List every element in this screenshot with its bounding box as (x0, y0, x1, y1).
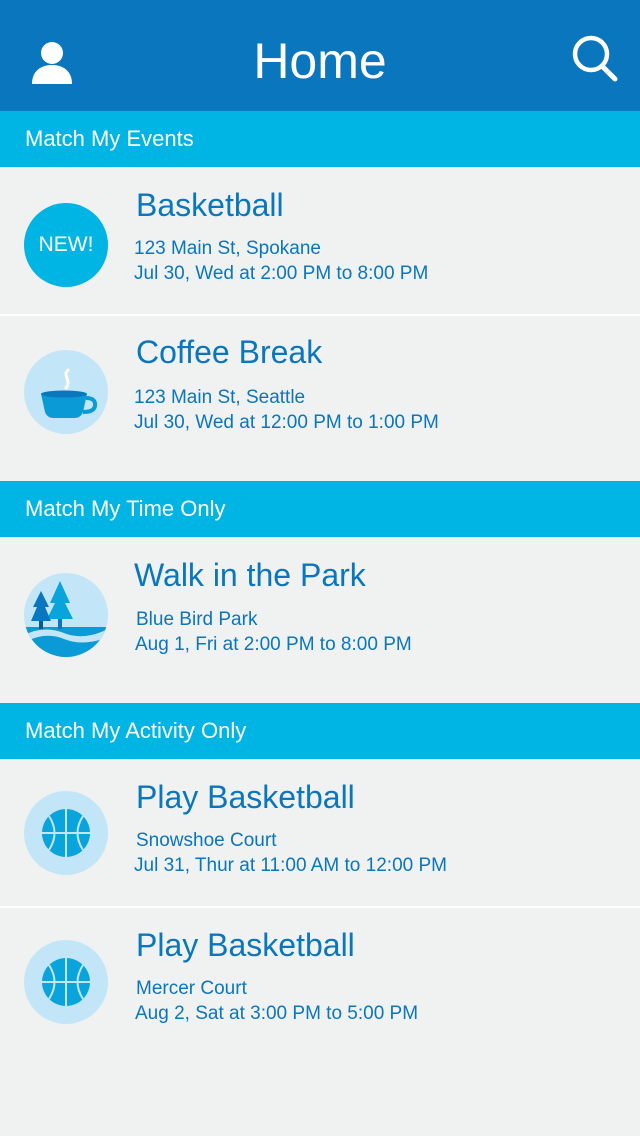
event-item-play-basketball[interactable]: Play Basketball Snowshoe Court Jul 31, T… (0, 759, 640, 906)
section-header-match-my-activity-only: Match My Activity Only (0, 703, 640, 759)
app-header: Home (0, 0, 640, 111)
event-title: Play Basketball (136, 779, 355, 815)
section-header-match-my-time-only: Match My Time Only (0, 481, 640, 537)
search-icon[interactable] (570, 34, 618, 82)
event-location: Mercer Court (136, 978, 247, 999)
event-title: Coffee Break (136, 334, 323, 370)
event-item-walk-in-the-park[interactable]: Walk in the Park Blue Bird Park Aug 1, F… (0, 537, 640, 703)
event-time: Aug 1, Fri at 2:00 PM to 8:00 PM (135, 634, 412, 655)
event-location: Snowshoe Court (136, 830, 277, 851)
event-item-coffee-break[interactable]: Coffee Break 123 Main St, Seattle Jul 30… (0, 316, 640, 481)
event-time: Aug 2, Sat at 3:00 PM to 5:00 PM (135, 1003, 419, 1024)
event-time: Jul 30, Wed at 2:00 PM to 8:00 PM (134, 263, 429, 284)
event-title: Play Basketball (136, 927, 355, 963)
event-time: Jul 31, Thur at 11:00 AM to 12:00 PM (134, 855, 447, 876)
event-location: Blue Bird Park (136, 609, 258, 630)
coffee-cup-icon (24, 350, 108, 434)
event-location: 123 Main St, Spokane (134, 238, 321, 259)
event-item-basketball[interactable]: NEW! Basketball 123 Main St, Spokane Jul… (0, 167, 640, 314)
new-badge: NEW! (24, 203, 108, 287)
basketball-icon (24, 791, 108, 875)
event-time: Jul 30, Wed at 12:00 PM to 1:00 PM (134, 412, 439, 433)
event-item-play-basketball[interactable]: Play Basketball Mercer Court Aug 2, Sat … (0, 908, 640, 1055)
section-header-match-my-events: Match My Events (0, 111, 640, 167)
event-title: Basketball (136, 187, 284, 223)
park-trees-icon (24, 573, 108, 657)
event-location: 123 Main St, Seattle (134, 387, 306, 408)
event-title: Walk in the Park (134, 557, 366, 593)
page-title: Home (253, 33, 387, 89)
basketball-icon (24, 940, 108, 1024)
